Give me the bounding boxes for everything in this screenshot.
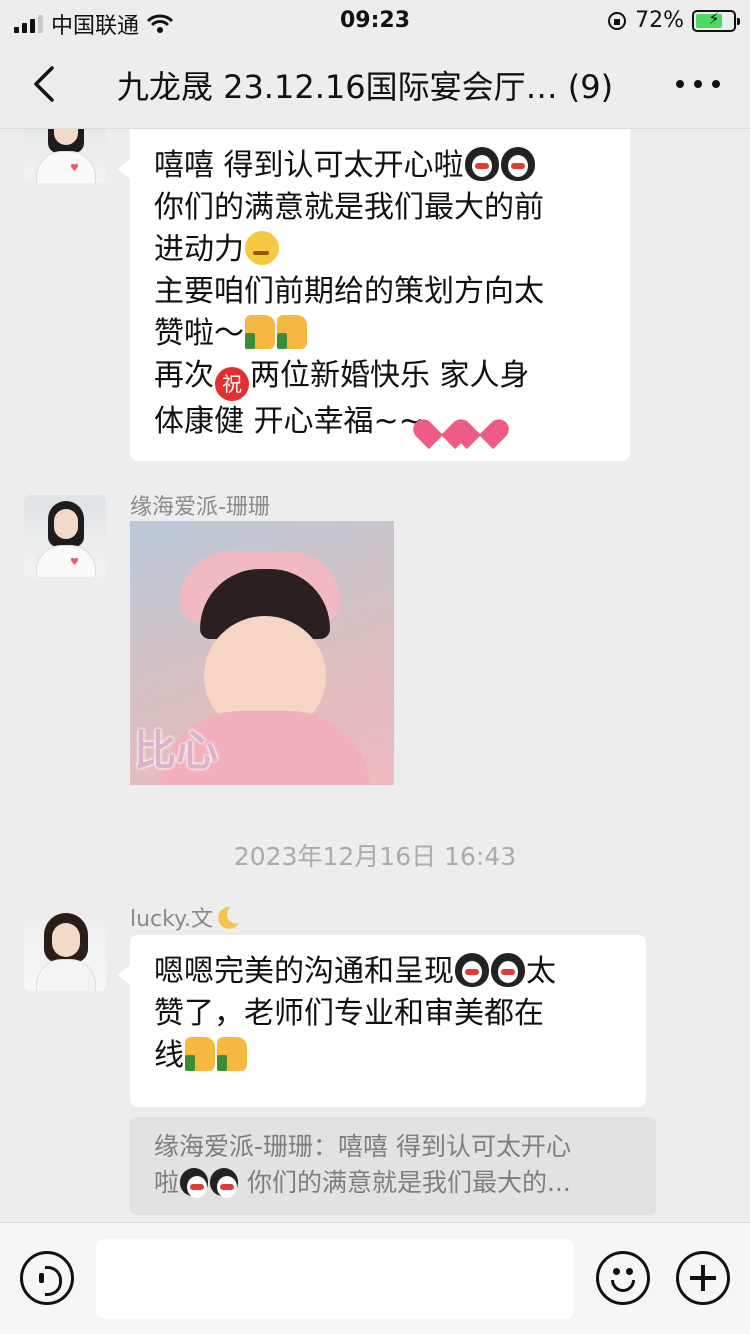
avatar[interactable]: ♥ — [24, 129, 106, 183]
message-line: 体康健 开心幸福~~ — [154, 401, 606, 443]
message-line: 线 — [154, 1035, 622, 1077]
message-line: 主要咱们前期给的策划方向太 — [154, 274, 544, 309]
congrats-emoji-icon: 祝 — [215, 367, 249, 401]
message-line: 再次祝两位新婚快乐 家人身 — [154, 355, 606, 401]
image-caption: 比心 — [134, 726, 219, 775]
status-right: 72% ⚡ — [607, 8, 740, 33]
message-line: 进动力 — [154, 229, 606, 271]
penguin-emoji-icon — [464, 147, 499, 181]
emoji-icon[interactable] — [596, 1251, 650, 1305]
voice-icon[interactable] — [20, 1251, 74, 1305]
quoted-message[interactable]: 缘海爱派-珊珊：嘻嘻 得到认可太开心 啦 你们的满意就是我们最大的... — [130, 1117, 656, 1215]
rotation-lock-icon — [608, 11, 627, 30]
more-icon[interactable] — [676, 70, 720, 98]
penguin-emoji-icon — [210, 1168, 239, 1198]
charging-bolt-icon: ⚡ — [708, 8, 720, 28]
timestamp: 2023年12月16日 16:43 — [233, 842, 517, 871]
message-bubble[interactable]: 嗯嗯完美的沟通和呈现太 赞了，老师们专业和审美都在 线 — [118, 935, 646, 1107]
message-bubble[interactable]: 嘻嘻 得到认可太开心啦 你们的满意就是我们最大的前 进动力 主要咱们前期给的策划… — [118, 129, 630, 461]
thumbs-up-emoji-icon — [245, 315, 275, 349]
avatar[interactable]: ♥ — [24, 495, 106, 577]
thumbs-up-emoji-icon — [277, 315, 307, 349]
chat-title[interactable]: 九龙晟 23.12.16国际宴会厅… (9) — [90, 62, 640, 108]
heart-emoji-icon — [463, 403, 499, 437]
quote-line: 啦 你们的满意就是我们最大的... — [154, 1168, 571, 1198]
battery-percent: 72% — [635, 8, 684, 33]
message-line: 赞了，老师们专业和审美都在 — [154, 996, 544, 1031]
message-line: 嗯嗯完美的沟通和呈现太 — [154, 953, 556, 989]
battery-icon: ⚡ — [692, 8, 740, 32]
sender-name: 缘海爱派-珊珊 — [130, 495, 270, 520]
message-line: 嘻嘻 得到认可太开心啦 — [154, 145, 606, 187]
crescent-moon-icon — [218, 906, 239, 929]
quote-line: 缘海爱派-珊珊：嘻嘻 得到认可太开心 — [154, 1132, 571, 1161]
avatar[interactable] — [24, 909, 106, 991]
thumbs-up-emoji-icon — [217, 1037, 247, 1071]
nav-bar: 九龙晟 23.12.16国际宴会厅… (9) — [0, 40, 750, 128]
penguin-emoji-icon — [455, 953, 489, 987]
chat-area[interactable]: ♥ 嘻嘻 得到认可太开心啦 你们的满意就是我们最大的前 进动力 主要咱们前期给的… — [0, 128, 750, 1222]
penguin-emoji-icon — [500, 147, 535, 181]
sender-name: lucky.文 — [130, 901, 241, 933]
smirk-emoji-icon — [245, 231, 279, 265]
penguin-emoji-icon — [180, 1168, 209, 1198]
chevron-left-icon[interactable] — [28, 64, 64, 104]
thumbs-up-emoji-icon — [185, 1037, 215, 1071]
message-line: 赞啦～ — [154, 313, 606, 355]
penguin-emoji-icon — [491, 953, 525, 987]
message-line: 你们的满意就是我们最大的前 — [154, 190, 544, 225]
input-bar — [0, 1222, 750, 1334]
message-input[interactable] — [96, 1239, 574, 1319]
plus-icon[interactable] — [676, 1251, 730, 1305]
image-message[interactable]: 比心 — [130, 521, 394, 785]
status-bar: 中国联通 09:23 72% ⚡ — [0, 0, 750, 40]
